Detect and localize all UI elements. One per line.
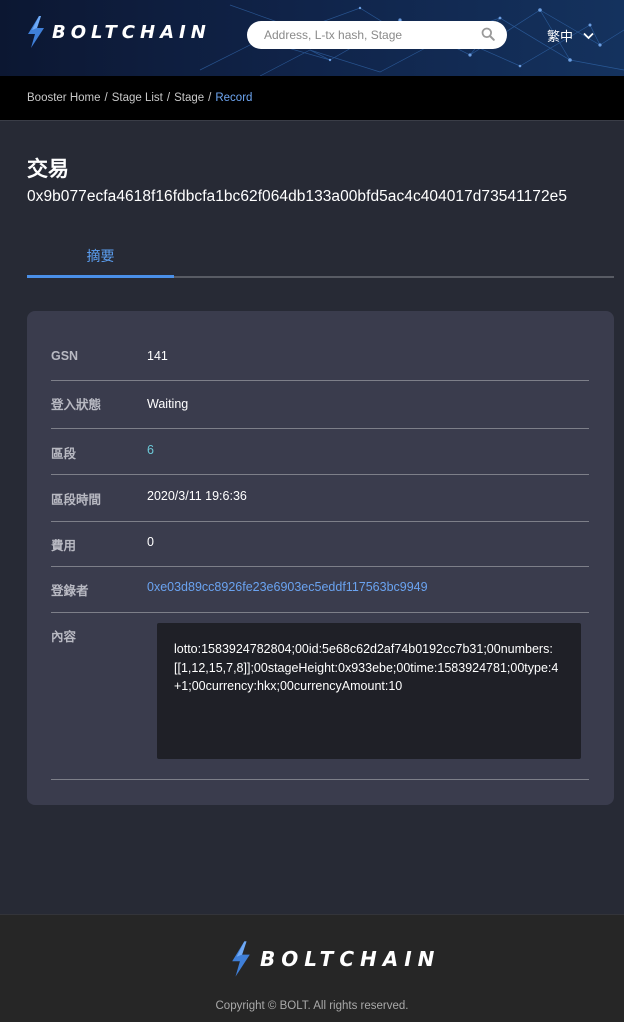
transaction-details-card: GSN 141 登入狀態 Waiting 區段 6 區段時間 2020/3/11… — [27, 311, 614, 805]
gsn-value: 141 — [147, 349, 168, 363]
breadcrumb-current[interactable]: Record — [215, 92, 252, 104]
brand-logo[interactable]: BOLTCHAIN — [26, 16, 211, 48]
breadcrumb-stage[interactable]: Stage — [174, 92, 204, 104]
bolt-logo-icon — [28, 16, 44, 48]
tab-bar: 摘要 — [27, 238, 614, 278]
stage-label: 區段 — [51, 447, 77, 461]
transaction-hash: 0x9b077ecfa4618f16fdbcfa1bc62f064db133a0… — [27, 188, 567, 205]
stage-time-label: 區段時間 — [51, 493, 102, 507]
footer-logo[interactable]: BOLTCHAIN — [230, 941, 440, 977]
search-box — [247, 21, 507, 49]
chevron-down-icon — [583, 32, 594, 39]
registrant-label: 登錄者 — [51, 584, 89, 598]
detail-row-stage: 區段 6 — [51, 429, 589, 475]
search-input[interactable] — [264, 25, 464, 45]
detail-row-registrant: 登錄者 0xe03d89cc8926fe23e6903ec5eddf117563… — [51, 567, 589, 613]
footer-brand-name: BOLTCHAIN — [260, 947, 441, 971]
breadcrumb-stage-list[interactable]: Stage List — [112, 92, 163, 104]
breadcrumb: Booster Home / Stage List / Stage / Reco… — [0, 76, 624, 121]
registrant-address-link[interactable]: 0xe03d89cc8926fe23e6903ec5eddf117563bc99… — [147, 580, 428, 594]
breadcrumb-separator: / — [104, 92, 108, 104]
breadcrumb-booster-home[interactable]: Booster Home — [27, 92, 101, 104]
detail-row-fee: 費用 0 — [51, 522, 589, 567]
language-selector[interactable]: 繁中 — [547, 26, 594, 45]
detail-row-status: 登入狀態 Waiting — [51, 381, 589, 429]
content-label: 內容 — [51, 630, 77, 644]
stage-time-value: 2020/3/11 19:6:36 — [147, 489, 247, 503]
fee-label: 費用 — [51, 539, 77, 553]
bolt-logo-icon — [232, 941, 250, 977]
gsn-label: GSN — [51, 349, 79, 363]
detail-row-content: 內容 lotto:1583924782804;00id:5e68c62d2af7… — [51, 613, 589, 780]
language-label: 繁中 — [547, 29, 574, 44]
status-value: Waiting — [147, 397, 189, 411]
tab-summary[interactable]: 摘要 — [27, 238, 174, 278]
site-header: BOLTCHAIN 繁中 — [0, 0, 624, 76]
breadcrumb-separator: / — [208, 92, 212, 104]
site-footer: BOLTCHAIN Copyright © BOLT. All rights r… — [0, 914, 624, 1022]
content-data-box: lotto:1583924782804;00id:5e68c62d2af74b0… — [157, 623, 581, 759]
page-title: 交易 — [27, 158, 69, 181]
brand-name: BOLTCHAIN — [52, 21, 211, 43]
stage-link[interactable]: 6 — [147, 443, 154, 457]
copyright-text: Copyright © BOLT. All rights reserved. — [215, 1000, 409, 1012]
breadcrumb-separator: / — [166, 92, 171, 104]
status-label: 登入狀態 — [51, 398, 102, 412]
fee-value: 0 — [147, 535, 154, 549]
detail-row-stage-time: 區段時間 2020/3/11 19:6:36 — [51, 475, 589, 522]
detail-row-gsn: GSN 141 — [51, 311, 589, 381]
search-icon[interactable] — [481, 27, 495, 46]
